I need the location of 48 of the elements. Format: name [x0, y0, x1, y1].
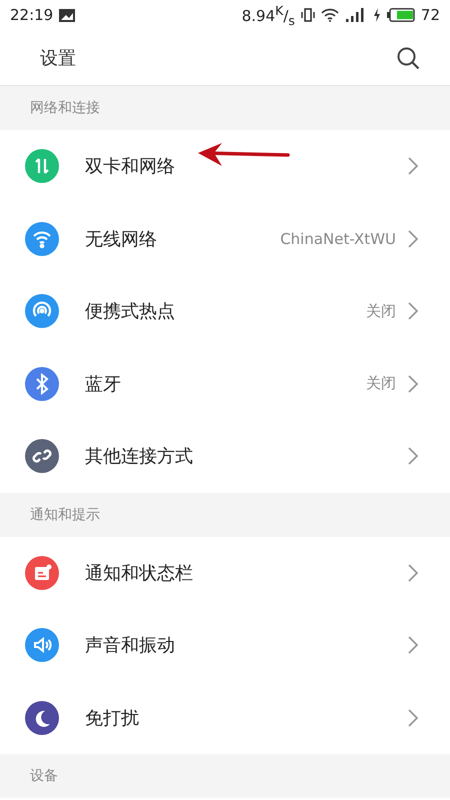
chevron-icon: [408, 636, 418, 654]
search-icon[interactable]: [396, 46, 420, 70]
moon-icon: [25, 700, 59, 735]
item-label: 便携式热点: [85, 300, 176, 324]
battery-icon: [386, 8, 415, 22]
settings-item[interactable]: 免打扰: [0, 682, 450, 754]
chevron-icon: [408, 157, 418, 176]
wifi-icon: [25, 222, 59, 256]
battery-percent: 72: [420, 6, 440, 24]
network-speed: 8.94$^{K}$/$_{s}$: [242, 2, 295, 28]
notice-icon: [25, 556, 59, 590]
image-icon: [59, 8, 76, 22]
item-value: 关闭: [366, 302, 396, 321]
section-title: 网络和连接: [30, 99, 100, 117]
bluetooth-icon: [25, 366, 59, 401]
settings-item[interactable]: 其他连接方式: [0, 420, 450, 492]
item-label: 蓝牙: [85, 372, 122, 396]
sound-icon: [25, 628, 59, 662]
chevron-icon: [408, 447, 418, 466]
settings-item[interactable]: 声音和振动: [0, 609, 450, 682]
link-icon: [25, 439, 59, 474]
item-value: 关闭: [366, 374, 396, 394]
item-label: 无线网络: [85, 228, 158, 251]
section-title: 通知和提示: [30, 506, 100, 524]
vibrate-icon: [300, 8, 315, 22]
sim-icon: [25, 149, 59, 184]
item-value: ChinaNet-XtWU: [280, 230, 396, 248]
item-label: 双卡和网络: [85, 155, 176, 178]
settings-item[interactable]: 通知和状态栏: [0, 536, 450, 609]
chevron-icon: [408, 230, 418, 248]
charging-icon: [372, 8, 381, 22]
settings-item[interactable]: 便携式热点 关闭: [0, 275, 450, 348]
item-label: 免打扰: [85, 706, 140, 730]
chevron-icon: [408, 374, 418, 393]
hotspot-icon: [25, 294, 59, 328]
chevron-icon: [408, 708, 418, 727]
wifi-icon: [320, 8, 339, 22]
settings-item[interactable]: 双卡和网络: [0, 130, 450, 202]
settings-item[interactable]: 蓝牙 关闭: [0, 348, 450, 420]
chevron-icon: [408, 302, 418, 320]
item-label: 通知和状态栏: [85, 562, 194, 585]
status-time: 22:19: [10, 6, 54, 24]
item-label: 声音和振动: [85, 634, 176, 658]
section-title: 设备: [30, 767, 58, 785]
settings-item[interactable]: 无线网络 ChinaNet-XtWU: [0, 202, 450, 275]
item-label: 其他连接方式: [85, 445, 194, 468]
chevron-icon: [408, 564, 418, 582]
page-title: 设置: [40, 46, 77, 70]
